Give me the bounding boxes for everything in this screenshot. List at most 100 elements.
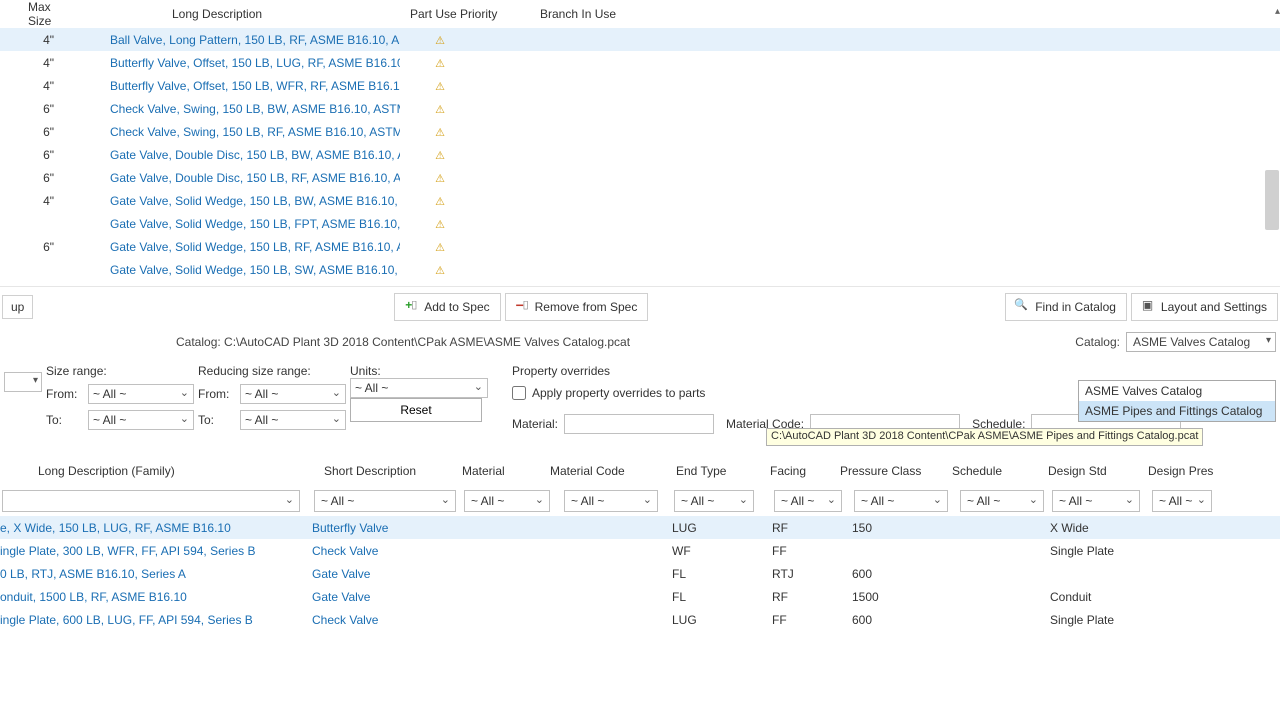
- catalog-option-asme-pipes-fittings[interactable]: ASME Pipes and Fittings Catalog: [1079, 401, 1275, 421]
- cell-part-use: ⚠: [400, 217, 530, 231]
- header-branch-in-use[interactable]: Branch In Use: [530, 7, 730, 21]
- scroll-up-arrow-icon[interactable]: ▴: [1275, 6, 1280, 17]
- catalog-select[interactable]: ASME Valves Catalog: [1126, 332, 1276, 352]
- r-to-label: To:: [198, 413, 234, 427]
- table-row[interactable]: 4"Gate Valve, Solid Wedge, 150 LB, BW, A…: [0, 189, 1280, 212]
- filter-design-pres[interactable]: ~ All ~: [1152, 490, 1212, 512]
- cell-part-use: ⚠: [400, 33, 530, 47]
- filter-material-code[interactable]: ~ All ~: [564, 490, 658, 512]
- reducing-to-select[interactable]: ~ All ~: [240, 410, 346, 430]
- hdr-short-desc[interactable]: Short Description: [300, 464, 450, 478]
- apply-overrides-checkbox[interactable]: [512, 386, 526, 400]
- remove-from-spec-button[interactable]: Remove from Spec: [505, 293, 649, 321]
- remove-icon: [516, 300, 530, 314]
- header-part-use-priority[interactable]: Part Use Priority: [400, 7, 530, 21]
- hdr-design-std[interactable]: Design Std: [1038, 464, 1138, 478]
- filter-pressure-class[interactable]: ~ All ~: [854, 490, 948, 512]
- reducing-from-select[interactable]: ~ All ~: [240, 384, 346, 404]
- scrollbar-thumb[interactable]: [1265, 170, 1279, 230]
- table-row[interactable]: 6"Gate Valve, Solid Wedge, 150 LB, RF, A…: [0, 235, 1280, 258]
- cell-end-type: WF: [672, 544, 772, 558]
- table-row[interactable]: Gate Valve, Solid Wedge, 150 LB, FPT, AS…: [0, 212, 1280, 235]
- cell-long-desc: Gate Valve, Solid Wedge, 150 LB, BW, ASM…: [60, 194, 400, 208]
- find-in-catalog-label: Find in Catalog: [1035, 300, 1116, 314]
- units-select[interactable]: ~ All ~: [350, 378, 488, 398]
- table-row[interactable]: 6"Check Valve, Swing, 150 LB, RF, ASME B…: [0, 120, 1280, 143]
- cell-max-size: 4": [0, 194, 60, 208]
- hdr-material[interactable]: Material: [450, 464, 550, 478]
- hdr-pressure-class[interactable]: Pressure Class: [840, 464, 946, 478]
- to-label: To:: [46, 413, 82, 427]
- size-to-select[interactable]: ~ All ~: [88, 410, 194, 430]
- filter-design-std[interactable]: ~ All ~: [1052, 490, 1140, 512]
- cell-long-desc: Gate Valve, Solid Wedge, 150 LB, FPT, AS…: [60, 217, 400, 231]
- cell-short-desc: Check Valve: [312, 613, 462, 627]
- cell-facing: FF: [772, 613, 852, 627]
- filter-material[interactable]: ~ All ~: [464, 490, 550, 512]
- bottom-table-filters: ~ All ~ ~ All ~ ~ All ~ ~ All ~ ~ All ~ …: [0, 486, 1280, 516]
- table-row[interactable]: 6"Gate Valve, Double Disc, 150 LB, BW, A…: [0, 143, 1280, 166]
- table-row[interactable]: 0 LB, RTJ, ASME B16.10, Series AGate Val…: [0, 562, 1280, 585]
- header-long-description[interactable]: Long Description: [60, 7, 400, 21]
- cell-part-use: ⚠: [400, 148, 530, 162]
- cell-pressure: 600: [852, 567, 958, 581]
- material-field[interactable]: [564, 414, 714, 434]
- table-row[interactable]: Gate Valve, Solid Wedge, 150 LB, SW, ASM…: [0, 258, 1280, 281]
- cell-design-std: X Wide: [1050, 521, 1150, 535]
- warning-icon: ⚠: [435, 104, 445, 116]
- cell-part-use: ⚠: [400, 125, 530, 139]
- hdr-end-type[interactable]: End Type: [660, 464, 760, 478]
- top-table-header: Max Size Long Description Part Use Prior…: [0, 0, 1280, 28]
- top-parts-table: Max Size Long Description Part Use Prior…: [0, 0, 1280, 286]
- table-row[interactable]: 4"Butterfly Valve, Offset, 150 LB, WFR, …: [0, 74, 1280, 97]
- table-row[interactable]: e, X Wide, 150 LB, LUG, RF, ASME B16.10B…: [0, 516, 1280, 539]
- cell-short-desc: Gate Valve: [312, 590, 462, 604]
- find-in-catalog-button[interactable]: Find in Catalog: [1005, 293, 1127, 321]
- filter-long-desc[interactable]: [2, 490, 300, 512]
- reducing-size-range-block: Reducing size range: From:~ All ~ To:~ A…: [198, 364, 346, 436]
- table-row[interactable]: 4"Butterfly Valve, Offset, 150 LB, LUG, …: [0, 51, 1280, 74]
- cell-max-size: 4": [0, 33, 60, 47]
- left-small-select[interactable]: [4, 372, 42, 392]
- hdr-material-code[interactable]: Material Code: [550, 464, 660, 478]
- cell-long-desc: ingle Plate, 600 LB, LUG, FF, API 594, S…: [0, 613, 312, 627]
- table-row[interactable]: ingle Plate, 300 LB, WFR, FF, API 594, S…: [0, 539, 1280, 562]
- reset-button[interactable]: Reset: [350, 398, 482, 422]
- hdr-long-desc-family[interactable]: Long Description (Family): [2, 464, 300, 478]
- reducing-size-range-label: Reducing size range:: [198, 364, 346, 378]
- remove-from-spec-label: Remove from Spec: [535, 300, 638, 314]
- size-from-select[interactable]: ~ All ~: [88, 384, 194, 404]
- units-block: Units: ~ All ~ Reset: [350, 364, 488, 422]
- cell-long-desc: onduit, 1500 LB, RF, ASME B16.10: [0, 590, 312, 604]
- layout-and-settings-button[interactable]: Layout and Settings: [1131, 293, 1278, 321]
- filter-short-desc[interactable]: ~ All ~: [314, 490, 456, 512]
- cell-part-use: ⚠: [400, 263, 530, 277]
- filter-schedule[interactable]: ~ All ~: [960, 490, 1044, 512]
- table-row[interactable]: 6"Gate Valve, Double Disc, 150 LB, RF, A…: [0, 166, 1280, 189]
- catalog-option-asme-valves[interactable]: ASME Valves Catalog: [1079, 381, 1275, 401]
- cell-facing: RF: [772, 521, 852, 535]
- table-row[interactable]: ingle Plate, 600 LB, LUG, FF, API 594, S…: [0, 608, 1280, 631]
- cell-long-desc: Check Valve, Swing, 150 LB, BW, ASME B16…: [60, 102, 400, 116]
- cell-design-std: Conduit: [1050, 590, 1150, 604]
- cell-short-desc: Check Valve: [312, 544, 462, 558]
- size-range-block: Size range: From:~ All ~ To:~ All ~: [46, 364, 194, 436]
- hdr-design-pres[interactable]: Design Pres: [1138, 464, 1238, 478]
- catalog-label: Catalog:: [176, 335, 221, 349]
- table-row[interactable]: 4"Ball Valve, Long Pattern, 150 LB, RF, …: [0, 28, 1280, 51]
- hdr-facing[interactable]: Facing: [760, 464, 840, 478]
- cell-long-desc: Gate Valve, Double Disc, 150 LB, BW, ASM…: [60, 148, 400, 162]
- apply-overrides-label: Apply property overrides to parts: [532, 386, 705, 400]
- catalog-tooltip: C:\AutoCAD Plant 3D 2018 Content\CPak AS…: [766, 428, 1203, 446]
- catalog-combo-label: Catalog:: [1075, 335, 1120, 349]
- filter-end-type[interactable]: ~ All ~: [674, 490, 754, 512]
- cell-max-size: 4": [0, 56, 60, 70]
- filter-facing[interactable]: ~ All ~: [774, 490, 842, 512]
- up-button[interactable]: up: [2, 295, 33, 319]
- catalog-dropdown[interactable]: ASME Valves Catalog ASME Pipes and Fitti…: [1078, 380, 1276, 422]
- table-row[interactable]: 6"Check Valve, Swing, 150 LB, BW, ASME B…: [0, 97, 1280, 120]
- header-max-size[interactable]: Max Size: [0, 0, 60, 28]
- table-row[interactable]: onduit, 1500 LB, RF, ASME B16.10Gate Val…: [0, 585, 1280, 608]
- add-to-spec-button[interactable]: Add to Spec: [394, 293, 500, 321]
- hdr-schedule[interactable]: Schedule: [946, 464, 1038, 478]
